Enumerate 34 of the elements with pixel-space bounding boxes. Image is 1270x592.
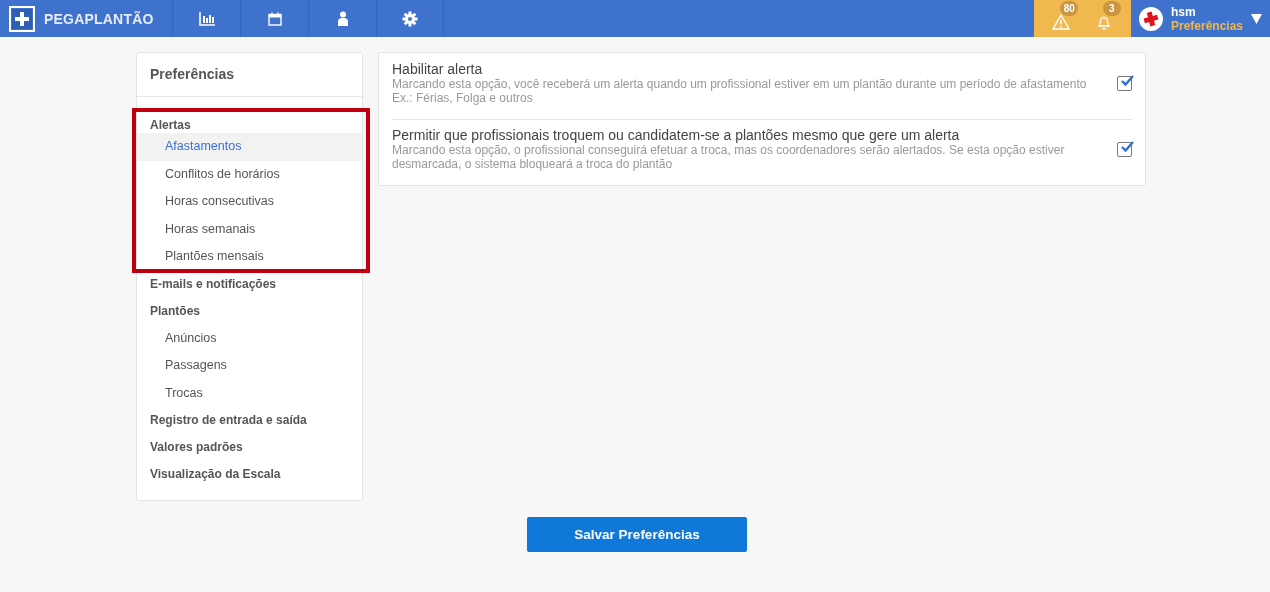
- calendar-icon: [267, 11, 282, 26]
- settings-icon: [402, 10, 418, 27]
- warning-icon: [1052, 13, 1071, 30]
- setting-title: Habilitar alerta: [392, 61, 484, 77]
- sidebar-group-link[interactable]: Visualização da Escala: [137, 461, 362, 488]
- save-button[interactable]: Salvar Preferências: [527, 517, 747, 552]
- sidebar-item[interactable]: Horas consecutivas: [137, 188, 362, 216]
- cross-avatar-icon: [1139, 6, 1163, 31]
- sidebar-item[interactable]: Conflitos de horários: [137, 160, 362, 188]
- sidebar-group-link[interactable]: Plantões: [137, 297, 362, 325]
- logo-text: PEGAPLANTÃO: [44, 10, 154, 27]
- setting-description: Marcando esta opção, você receberá um alerta quando um profissional estiver em um plantão durante um período de afastamento Ex.: Férias, Folga e outros: [392, 77, 1088, 105]
- sidebar-group-link[interactable]: E-mails e notificações: [137, 270, 362, 298]
- settings-nav-button[interactable]: [376, 0, 444, 37]
- sidebar-title: Preferências: [137, 53, 362, 97]
- setting-description: Marcando esta opção, o profissional conseguirá efetuar a troca, mas os coordenadores serão alertados. Se esta opção estiver desmarcada, o sistema bloqueará a troca do plantão: [392, 143, 1066, 171]
- sidebar-group-link[interactable]: Alertas: [137, 117, 362, 133]
- sidebar-item[interactable]: Passagens: [137, 352, 362, 380]
- person-icon: [337, 11, 348, 26]
- plus-logo-icon: [9, 5, 35, 32]
- checkbox[interactable]: [1117, 141, 1132, 157]
- caret-icon: [1251, 13, 1262, 24]
- sidebar-group-link[interactable]: Registro de entrada e saída: [137, 407, 362, 434]
- count-badge: 80: [1060, 1, 1079, 16]
- checkbox[interactable]: [1117, 75, 1132, 91]
- bar-chart-icon: [198, 11, 215, 26]
- setting-title: Permitir que profissionais troquem ou candidatem-se a plantões mesmo que gere um alerta: [392, 127, 961, 143]
- sidebar-item[interactable]: Plantões mensais: [137, 243, 362, 271]
- sidebar-item[interactable]: Afastamentos: [137, 133, 362, 161]
- sidebar-item[interactable]: Anúncios: [137, 324, 362, 352]
- sidebar-item[interactable]: Trocas: [137, 379, 362, 407]
- sidebar-group-link[interactable]: Valores padrões: [137, 434, 362, 461]
- sidebar-item[interactable]: Horas semanais: [137, 215, 362, 243]
- count-badge: 3: [1102, 1, 1121, 16]
